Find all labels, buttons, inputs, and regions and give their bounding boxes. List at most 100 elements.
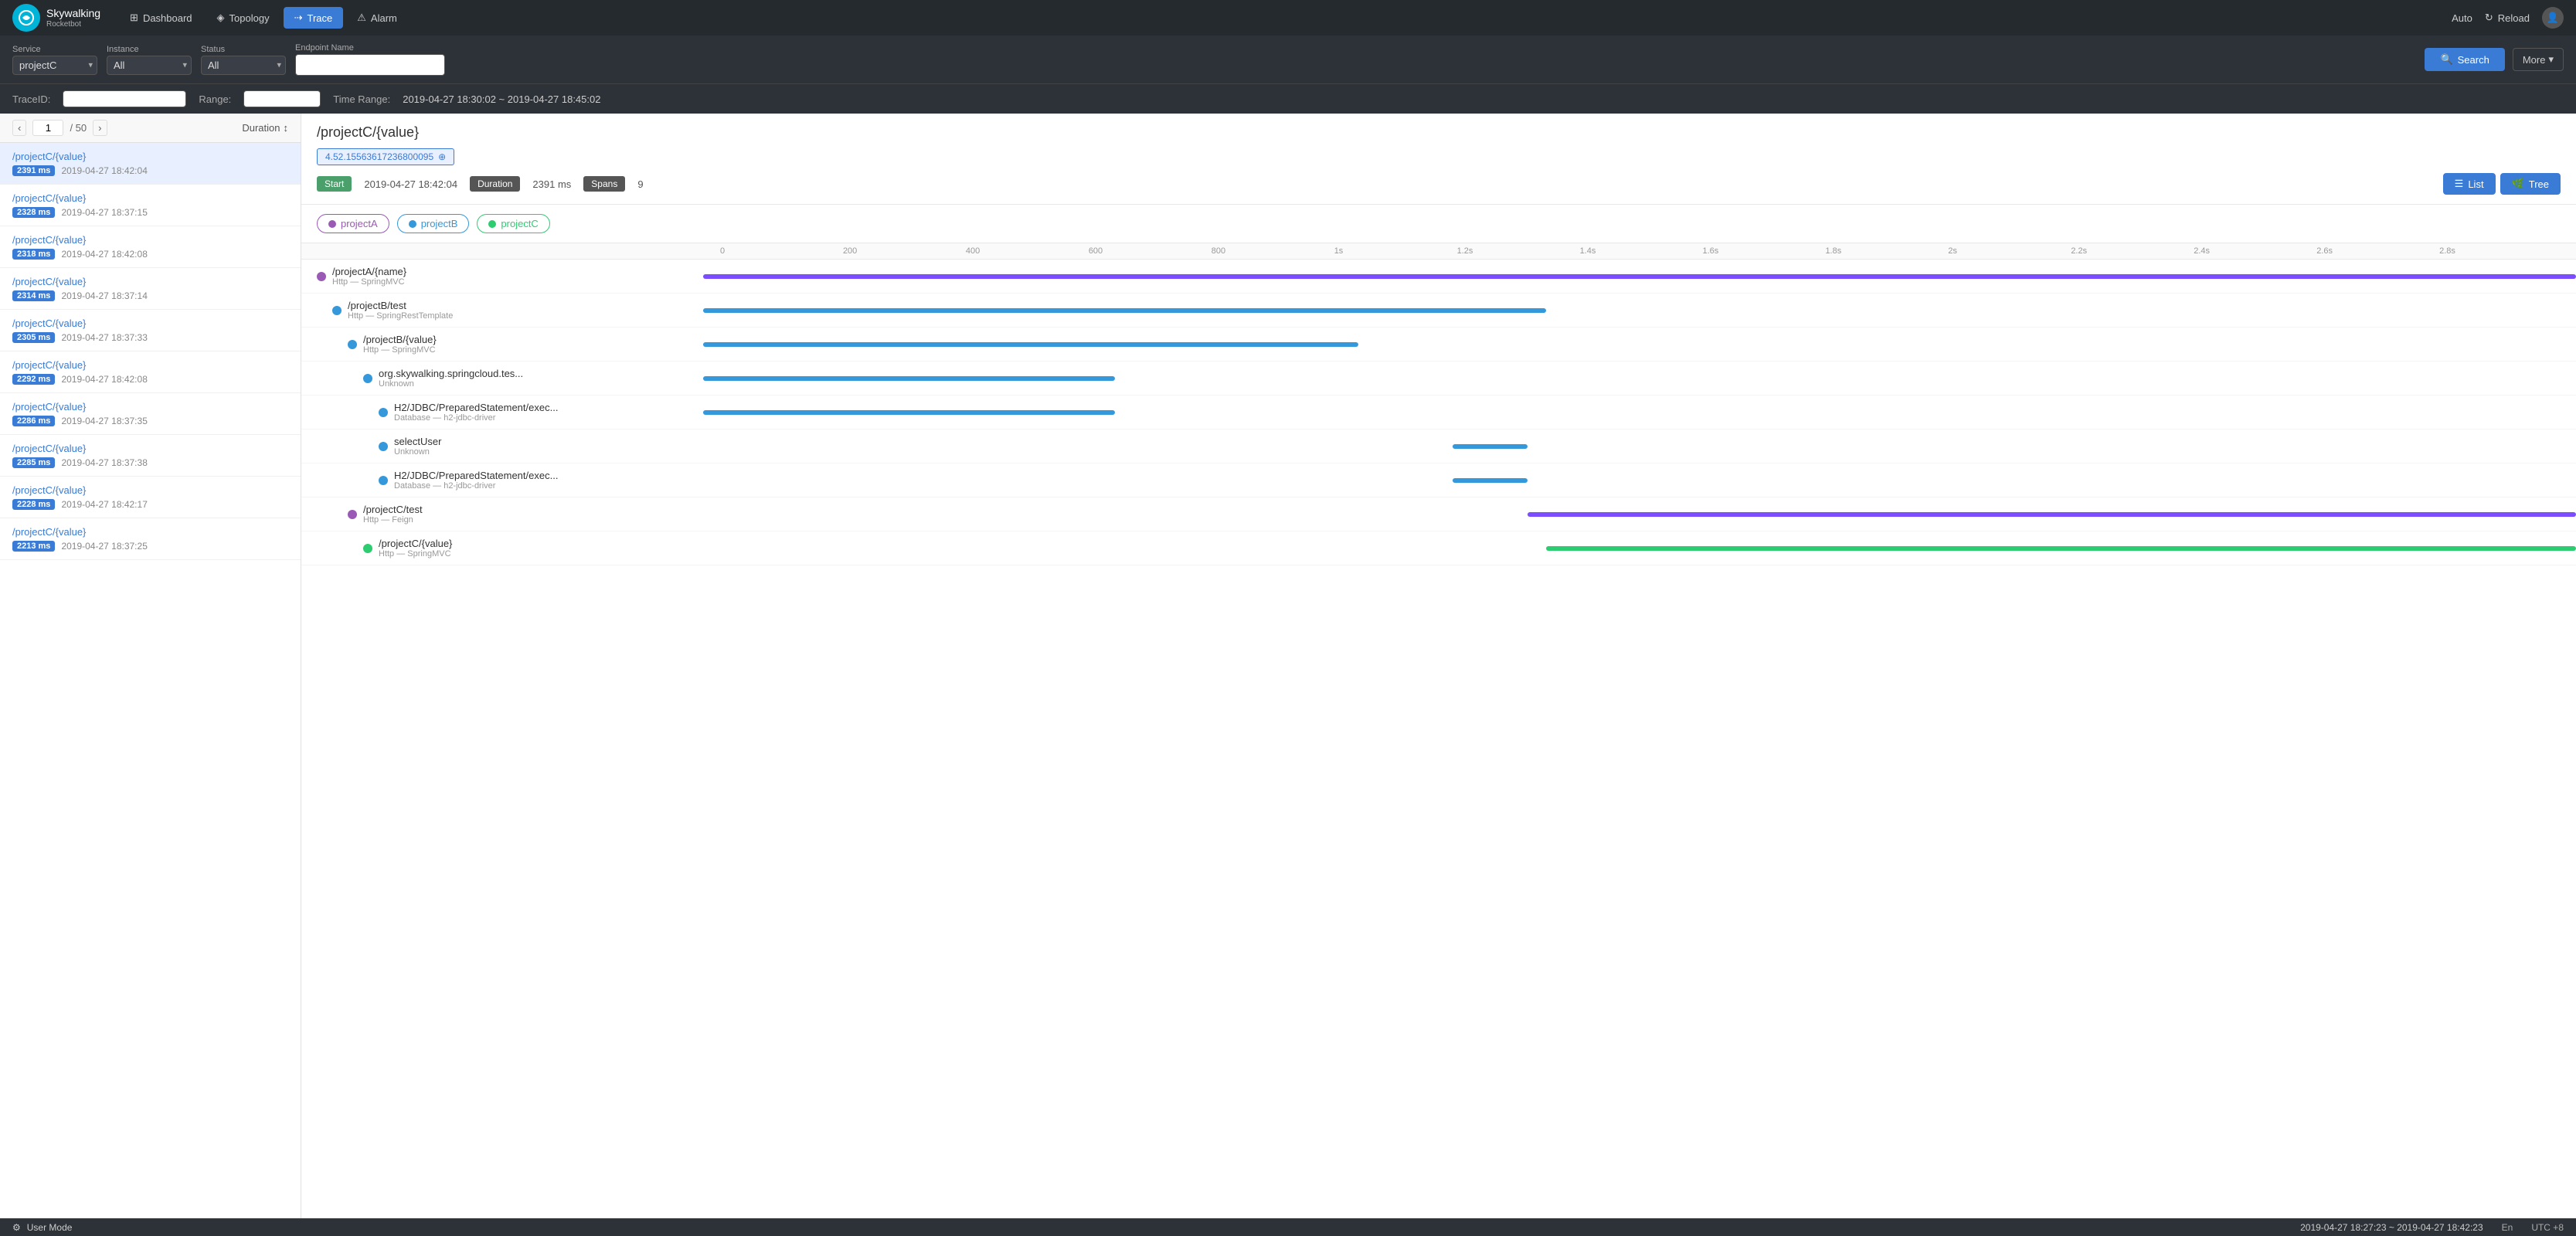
right-panel: /projectC/{value} 4.52.15563617236800095…: [301, 114, 2576, 1218]
instance-label: Instance: [107, 45, 192, 54]
trace-item-title: /projectC/{value}: [12, 151, 288, 162]
footer-tz[interactable]: UTC +8: [2531, 1222, 2564, 1233]
filter-bar: Service projectC Instance All Status All…: [0, 36, 2576, 83]
logo-icon: [12, 4, 40, 32]
nav-topology[interactable]: ◈ Topology: [206, 7, 280, 29]
ruler-tick: 400: [964, 246, 1087, 256]
trace-title: /projectC/{value}: [317, 124, 2561, 141]
span-name: /projectC/{value}: [379, 538, 452, 549]
auto-btn[interactable]: Auto: [2452, 12, 2472, 24]
trace-item[interactable]: /projectC/{value} 2292 ms 2019-04-27 18:…: [0, 351, 301, 393]
service-select-wrapper: projectC: [12, 56, 97, 75]
list-view-btn[interactable]: ☰ List: [2443, 173, 2496, 195]
service-tag-projectB[interactable]: projectB: [397, 214, 470, 233]
page-total: / 50: [70, 122, 87, 134]
trace-badge: 2292 ms: [12, 374, 55, 385]
nav-trace-label: Trace: [308, 12, 333, 24]
service-label: Service: [12, 45, 97, 54]
span-bar: [703, 274, 2576, 279]
ruler-tick: 2s: [1946, 246, 2069, 256]
tree-icon: 🌿: [2512, 178, 2524, 190]
span-bar: [703, 376, 1115, 381]
trace-item[interactable]: /projectC/{value} 2318 ms 2019-04-27 18:…: [0, 226, 301, 268]
trace-badge: 2305 ms: [12, 332, 55, 343]
endpoint-name-input[interactable]: [295, 54, 445, 76]
traceid-bar: TraceID: Range: Time Range: 2019-04-27 1…: [0, 83, 2576, 114]
prev-page-btn[interactable]: ‹: [12, 120, 26, 136]
span-sub: Http — SpringMVC: [379, 549, 452, 559]
next-page-btn[interactable]: ›: [93, 120, 107, 136]
span-row[interactable]: /projectB/{value} Http — SpringMVC: [301, 328, 2576, 362]
span-row[interactable]: org.skywalking.springcloud.tes... Unknow…: [301, 362, 2576, 396]
trace-time: 2019-04-27 18:37:15: [61, 207, 147, 218]
span-row[interactable]: /projectC/test Http — Feign: [301, 497, 2576, 531]
reload-btn[interactable]: ↻ Reload: [2485, 12, 2530, 24]
traceid-input[interactable]: [63, 90, 186, 107]
service-select[interactable]: projectC: [12, 56, 97, 75]
start-tag: Start: [317, 176, 352, 192]
trace-item[interactable]: /projectC/{value} 2314 ms 2019-04-27 18:…: [0, 268, 301, 310]
span-row[interactable]: /projectC/{value} Http — SpringMVC: [301, 531, 2576, 565]
trace-time: 2019-04-27 18:37:33: [61, 332, 147, 343]
trace-time: 2019-04-27 18:42:17: [61, 499, 147, 510]
ruler-tick: 0: [719, 246, 841, 256]
trace-item[interactable]: /projectC/{value} 2228 ms 2019-04-27 18:…: [0, 477, 301, 518]
reload-label: Reload: [2498, 12, 2530, 24]
service-filter: projectA projectB projectC: [301, 205, 2576, 243]
more-button[interactable]: More ▾: [2513, 48, 2564, 71]
trace-item[interactable]: /projectC/{value} 2285 ms 2019-04-27 18:…: [0, 435, 301, 477]
search-button[interactable]: 🔍 Search: [2425, 48, 2504, 71]
trace-id-tag[interactable]: 4.52.15563617236800095 ⊕: [317, 148, 454, 165]
duration-tag: Duration: [470, 176, 520, 192]
trace-item[interactable]: /projectC/{value} 2286 ms 2019-04-27 18:…: [0, 393, 301, 435]
span-sub: Database — h2-jdbc-driver: [394, 413, 558, 423]
nav-trace[interactable]: ⇢ Trace: [284, 7, 344, 29]
endpoint-label: Endpoint Name: [295, 43, 445, 53]
time-range-value: 2019-04-27 18:30:02 ~ 2019-04-27 18:45:0…: [403, 93, 600, 105]
list-btn-label: List: [2468, 178, 2483, 190]
user-mode-label: User Mode: [27, 1222, 73, 1233]
span-row[interactable]: /projectA/{name} Http — SpringMVC: [301, 260, 2576, 294]
nav-alarm[interactable]: ⚠ Alarm: [346, 7, 408, 29]
range-label: Range:: [199, 93, 231, 105]
span-dot: [379, 476, 388, 485]
span-sub: Http — Feign: [363, 515, 423, 525]
span-name: org.skywalking.springcloud.tes...: [379, 368, 523, 379]
start-value: 2019-04-27 18:42:04: [364, 178, 457, 190]
nav-topology-label: Topology: [229, 12, 270, 24]
trace-badge: 2314 ms: [12, 290, 55, 301]
status-select[interactable]: All: [201, 56, 286, 75]
main-layout: ‹ / 50 › Duration ↕ /projectC/{value} 23…: [0, 114, 2576, 1218]
ruler-tick: 800: [1210, 246, 1333, 256]
nav-dashboard-label: Dashboard: [143, 12, 192, 24]
span-row[interactable]: /projectB/test Http — SpringRestTemplate: [301, 294, 2576, 328]
trace-item[interactable]: /projectC/{value} 2328 ms 2019-04-27 18:…: [0, 185, 301, 226]
footer-lang[interactable]: En: [2502, 1222, 2513, 1233]
span-dot: [332, 306, 342, 315]
tree-view-btn[interactable]: 🌿 Tree: [2500, 173, 2561, 195]
service-tag-projectA[interactable]: projectA: [317, 214, 389, 233]
user-btn[interactable]: 👤: [2542, 7, 2564, 29]
span-row[interactable]: H2/JDBC/PreparedStatement/exec... Databa…: [301, 396, 2576, 430]
trace-meta-row: Start 2019-04-27 18:42:04 Duration 2391 …: [317, 173, 2561, 195]
nav-dashboard[interactable]: ⊞ Dashboard: [119, 7, 203, 29]
page-input[interactable]: [32, 120, 63, 136]
range-input[interactable]: [243, 90, 321, 107]
more-label: More: [2523, 54, 2546, 66]
span-row[interactable]: H2/JDBC/PreparedStatement/exec... Databa…: [301, 464, 2576, 497]
span-sub: Unknown: [379, 379, 523, 389]
copy-icon: ⊕: [438, 151, 446, 162]
trace-time: 2019-04-27 18:42:08: [61, 249, 147, 260]
trace-item[interactable]: /projectC/{value} 2305 ms 2019-04-27 18:…: [0, 310, 301, 351]
logo: Skywalking Rocketbot: [12, 4, 100, 32]
trace-time: 2019-04-27 18:37:35: [61, 416, 147, 426]
instance-select[interactable]: All: [107, 56, 192, 75]
duration-sort[interactable]: Duration ↕: [242, 122, 288, 134]
trace-item[interactable]: /projectC/{value} 2213 ms 2019-04-27 18:…: [0, 518, 301, 560]
span-sub: Http — SpringMVC: [363, 345, 437, 355]
trace-item[interactable]: /projectC/{value} 2391 ms 2019-04-27 18:…: [0, 143, 301, 185]
service-tag-projectC[interactable]: projectC: [477, 214, 549, 233]
ruler-tick: 1.2s: [1456, 246, 1579, 256]
trace-item-title: /projectC/{value}: [12, 276, 288, 287]
span-row[interactable]: selectUser Unknown: [301, 430, 2576, 464]
